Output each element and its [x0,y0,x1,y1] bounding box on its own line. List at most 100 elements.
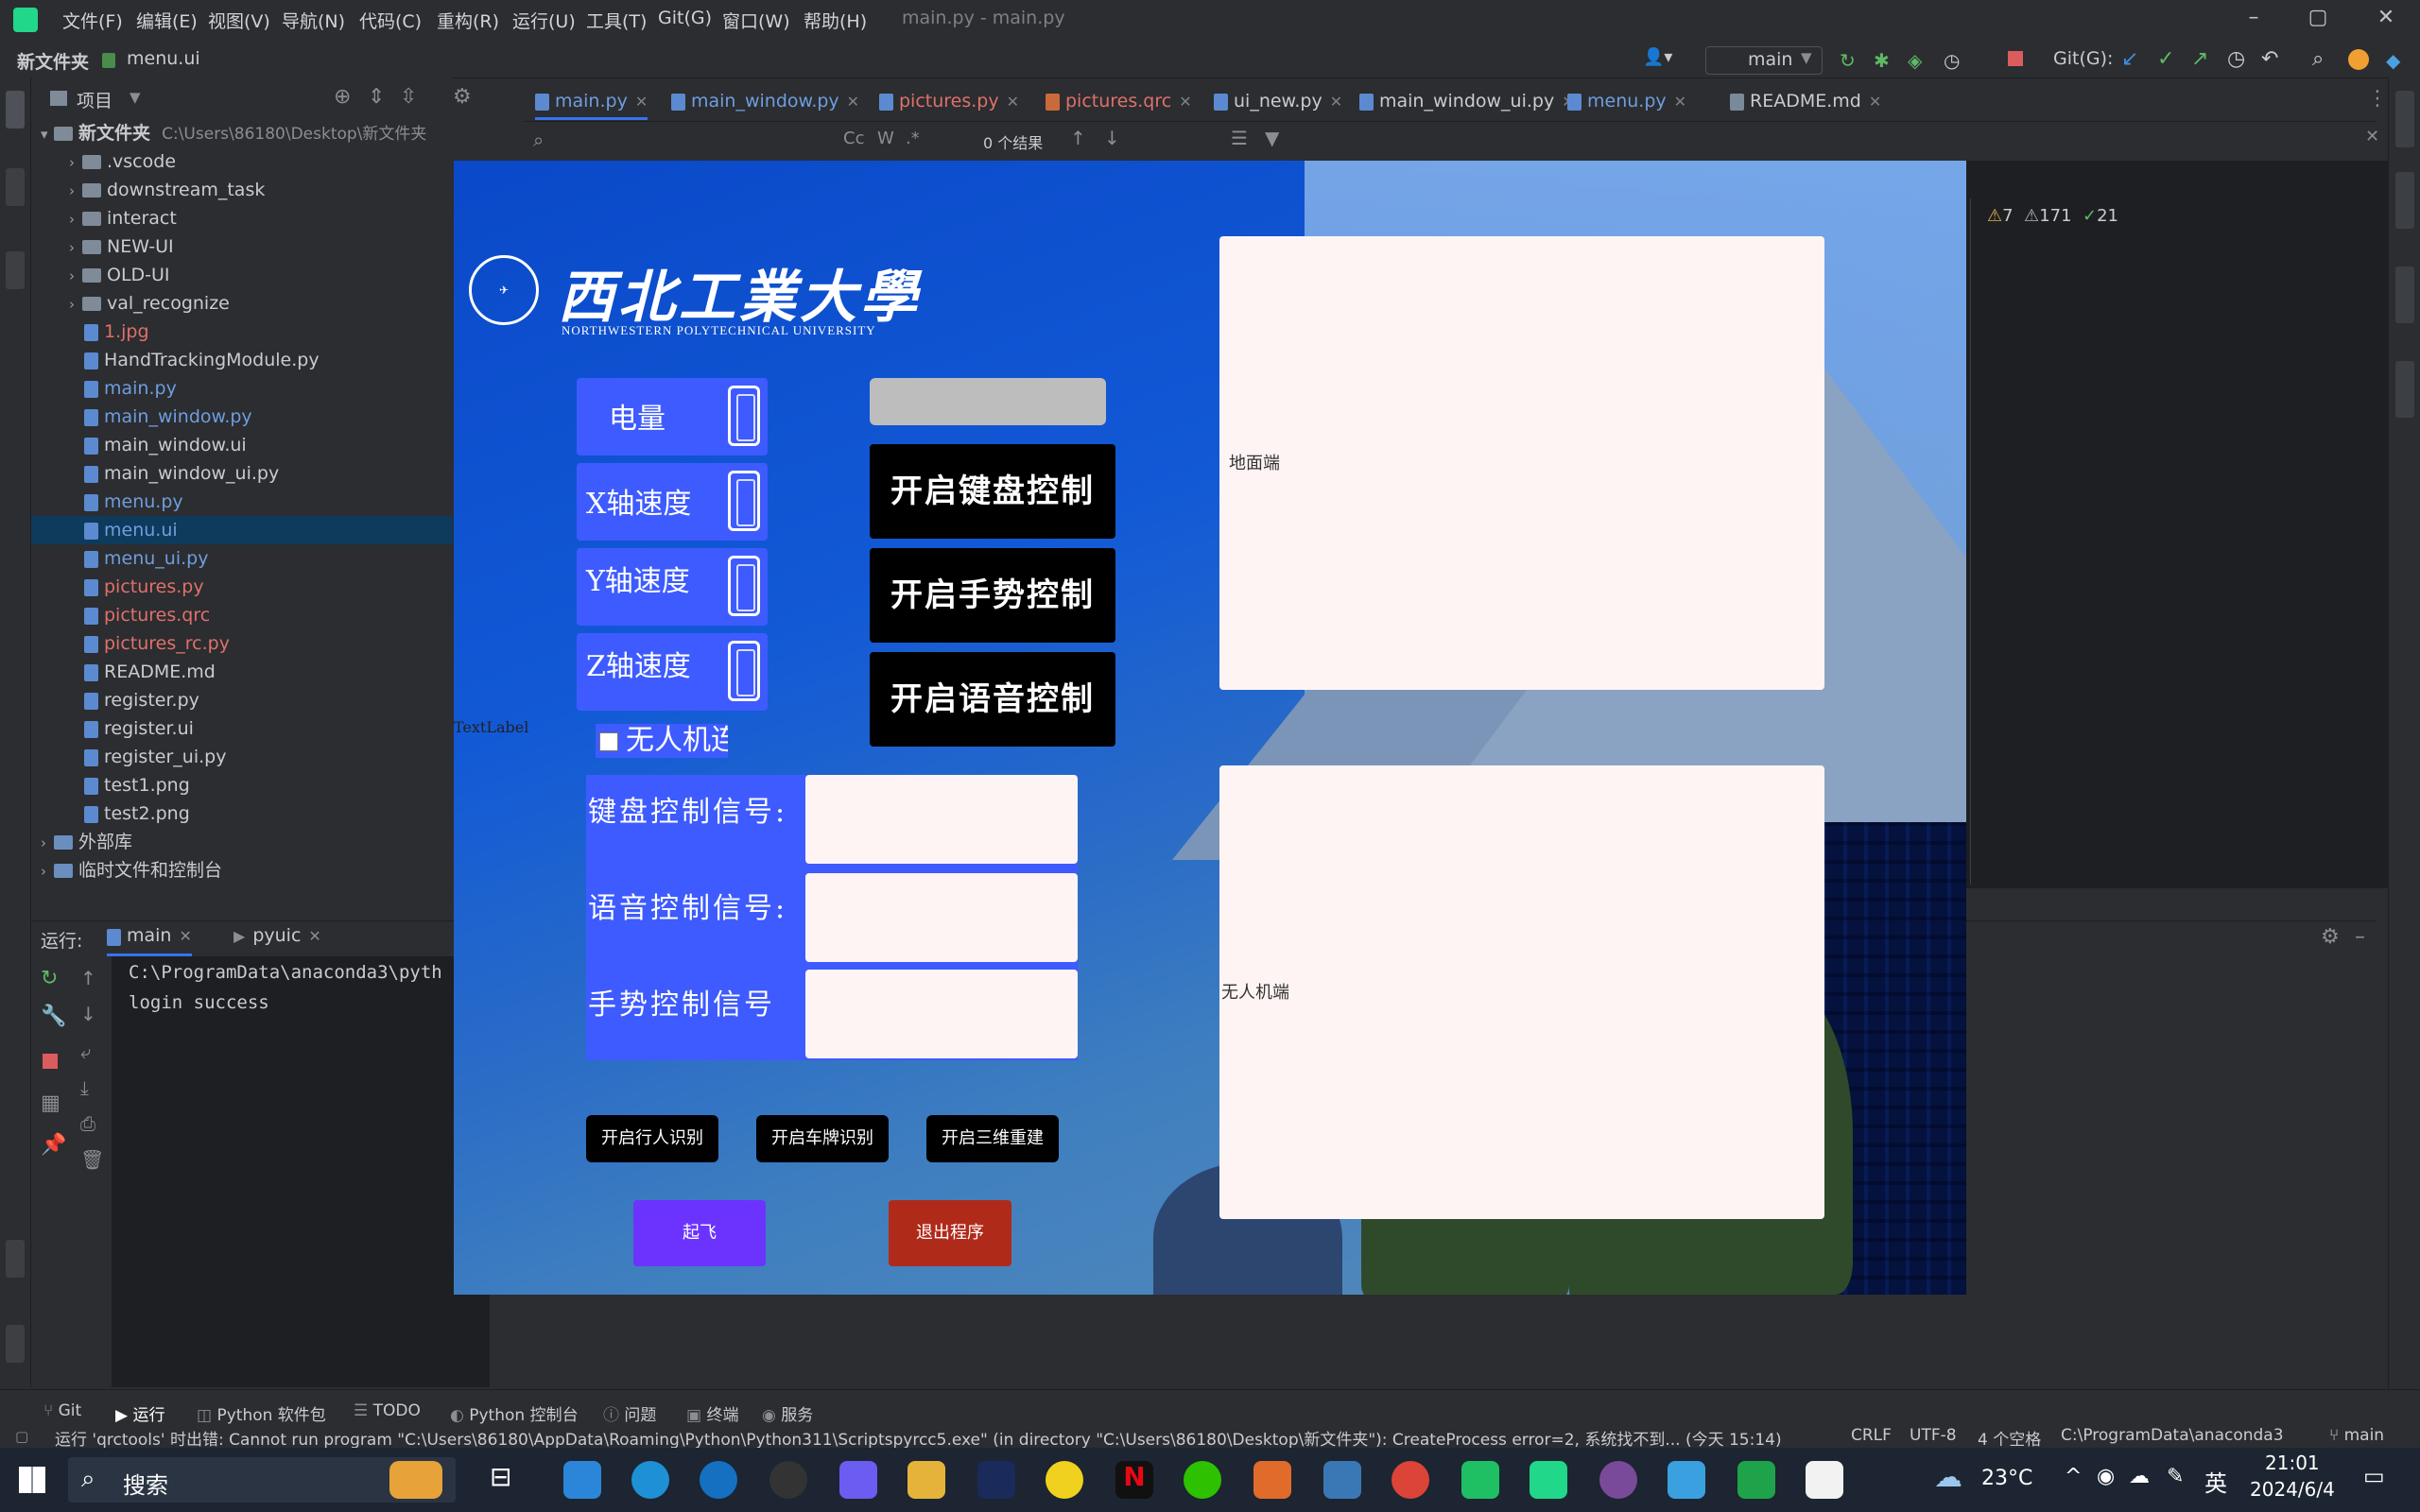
tree-file[interactable]: register.py [31,686,453,714]
takeoff-button[interactable]: 起飞 [633,1200,766,1266]
layout-icon[interactable]: ▦ [41,1091,60,1115]
file-explorer-icon[interactable] [908,1461,945,1499]
print-icon[interactable]: ⎙ [80,1112,95,1135]
voice-control-button[interactable]: 开启语音控制 [870,652,1115,747]
notify-tool-icon[interactable] [2395,361,2414,418]
chevron-right-icon[interactable]: › [69,148,82,177]
tab-menu-py[interactable]: menu.py ✕ [1567,85,1686,117]
pycharm-icon[interactable] [1530,1461,1567,1499]
status-message[interactable]: 运行 'qrctools' 时出错: Cannot run program "C… [55,1426,1813,1450]
tree-file[interactable]: main_window.ui [31,431,453,459]
tree-file[interactable]: README.md [31,658,453,686]
tool-python-packages[interactable]: ◫ Python 软件包 [197,1401,326,1425]
tree-external-libraries[interactable]: › 外部库 [31,828,453,856]
line-separator[interactable]: CRLF [1851,1426,1892,1445]
taskbar-search[interactable]: ⌕ 搜索 [68,1457,456,1503]
filter-icon[interactable]: ▼ [1265,127,1279,149]
chevron-right-icon[interactable]: › [69,205,82,233]
commit-tool-icon[interactable] [6,168,25,206]
menu-file[interactable]: 文件(F) [62,8,123,33]
arrow-down-icon[interactable]: ↓ [80,1003,96,1025]
edge-icon[interactable] [631,1461,669,1499]
locate-icon[interactable]: ⊕ [334,85,351,109]
tree-folder[interactable]: › OLD-UI [31,261,453,289]
structure-tool-icon[interactable] [6,1325,25,1363]
maximize-icon[interactable]: ▢ [2299,6,2337,34]
bookmarks-tool-icon[interactable] [6,1240,25,1278]
breadcrumb-root[interactable]: 新文件夹 [17,48,89,74]
tree-file[interactable]: test2.png [31,799,453,828]
tree-file[interactable]: pictures.qrc [31,601,453,629]
tree-file[interactable]: main_window.py [31,403,453,431]
app-icon[interactable] [1046,1461,1083,1499]
arrow-down-icon[interactable]: ↓ [1104,127,1120,149]
history-icon[interactable]: ◷ [2227,47,2245,71]
tab-main-window-ui-py[interactable]: main_window_ui.py✕ [1359,85,1575,117]
tool-todo[interactable]: ☰ TODO [354,1401,421,1420]
chevron-up-icon[interactable]: ^ [2065,1465,2082,1488]
settings-icon[interactable]: ⚙ [453,85,472,109]
run-tab-main[interactable]: main ✕ [107,925,192,956]
settings-icon[interactable]: ⚙ [2321,925,2340,949]
tree-file[interactable]: menu.py [31,488,453,516]
menu-refactor[interactable]: 重构(R) [437,8,499,33]
reconstruction-button[interactable]: 开启三维重建 [926,1115,1059,1162]
tab-readme-md[interactable]: README.md ✕ [1730,85,1881,117]
task-view-icon[interactable]: ⊟ [490,1461,527,1499]
tool-run[interactable]: ▶ 运行 [115,1401,164,1425]
drone-connect-checkbox[interactable]: 无人机连 [596,724,728,758]
tool-git[interactable]: ⑂ Git [43,1401,81,1420]
menu-tools[interactable]: 工具(T) [586,8,647,33]
debug-icon[interactable]: ✱ [1874,49,1890,72]
status-panel-icon[interactable]: ▢ [15,1428,28,1445]
notification-icon[interactable]: ▭ [2363,1463,2385,1489]
hide-panel-icon[interactable]: – [2355,925,2365,949]
copilot-icon[interactable] [839,1461,877,1499]
wechat-icon[interactable] [1184,1461,1221,1499]
tab-pictures-qrc[interactable]: pictures.qrc ✕ [1046,85,1192,117]
menu-window[interactable]: 窗口(W) [722,8,790,33]
python-icon[interactable] [1323,1461,1361,1499]
menu-code[interactable]: 代码(C) [359,8,422,33]
expand-all-icon[interactable]: ⇕ [368,85,385,109]
stop-icon[interactable] [43,1054,58,1069]
tool-services[interactable]: ◉ 服务 [762,1401,813,1425]
menu-run[interactable]: 运行(U) [512,8,576,33]
rerun-icon[interactable]: ↻ [1840,49,1856,72]
encoding[interactable]: UTF-8 [1910,1426,1957,1445]
menu-navigate[interactable]: 导航(N) [282,8,345,33]
pedestrian-recognition-button[interactable]: 开启行人识别 [586,1115,718,1162]
app-icon[interactable] [1737,1461,1775,1499]
plate-recognition-button[interactable]: 开启车牌识别 [756,1115,889,1162]
gesture-signal-field[interactable] [805,970,1078,1058]
tab-pictures-py[interactable]: pictures.py ✕ [879,85,1019,117]
tree-file[interactable]: register.ui [31,714,453,743]
regex-icon[interactable]: .* [906,129,920,148]
indent[interactable]: 4 个空格 [1978,1426,2041,1450]
clock-date[interactable]: 2024/6/4 [2250,1478,2335,1501]
menu-git[interactable]: Git(G) [658,8,712,28]
tree-root[interactable]: ▾ 新文件夹 C:\Users\86180\Desktop\新文件夹 [31,119,453,147]
tree-file[interactable]: menu.ui [31,516,453,544]
database-tool-icon[interactable] [2395,172,2414,229]
keyboard-signal-field[interactable] [805,775,1078,864]
project-tool-icon[interactable] [6,91,25,129]
tree-folder[interactable]: › interact [31,204,453,232]
console-output[interactable]: C:\ProgramData\anaconda3\pyth login succ… [112,956,490,1387]
git-branch[interactable]: ⑂ main [2329,1426,2384,1445]
trash-icon[interactable]: 🗑 [80,1148,104,1171]
git-push-icon[interactable]: ↗ [2191,47,2208,71]
arrow-up-icon[interactable]: ↑ [1070,127,1086,149]
tree-file[interactable]: test1.png [31,771,453,799]
sort-icon[interactable]: ☰ [1231,127,1248,149]
coverage-icon[interactable]: ◈ [1908,49,1922,72]
stop-icon[interactable] [2008,51,2023,66]
menu-view[interactable]: 视图(V) [208,8,270,33]
tool-terminal[interactable]: ▣ 终端 [686,1401,738,1425]
edge-dev-icon[interactable] [700,1461,737,1499]
interpreter[interactable]: C:\ProgramData\anaconda3 [2061,1426,2284,1445]
notepad-icon[interactable] [1806,1461,1843,1499]
voice-signal-field[interactable] [805,873,1078,962]
menu-edit[interactable]: 编辑(E) [136,8,198,33]
run-tab-pyuic[interactable]: ▶ pyuic ✕ [233,925,321,954]
